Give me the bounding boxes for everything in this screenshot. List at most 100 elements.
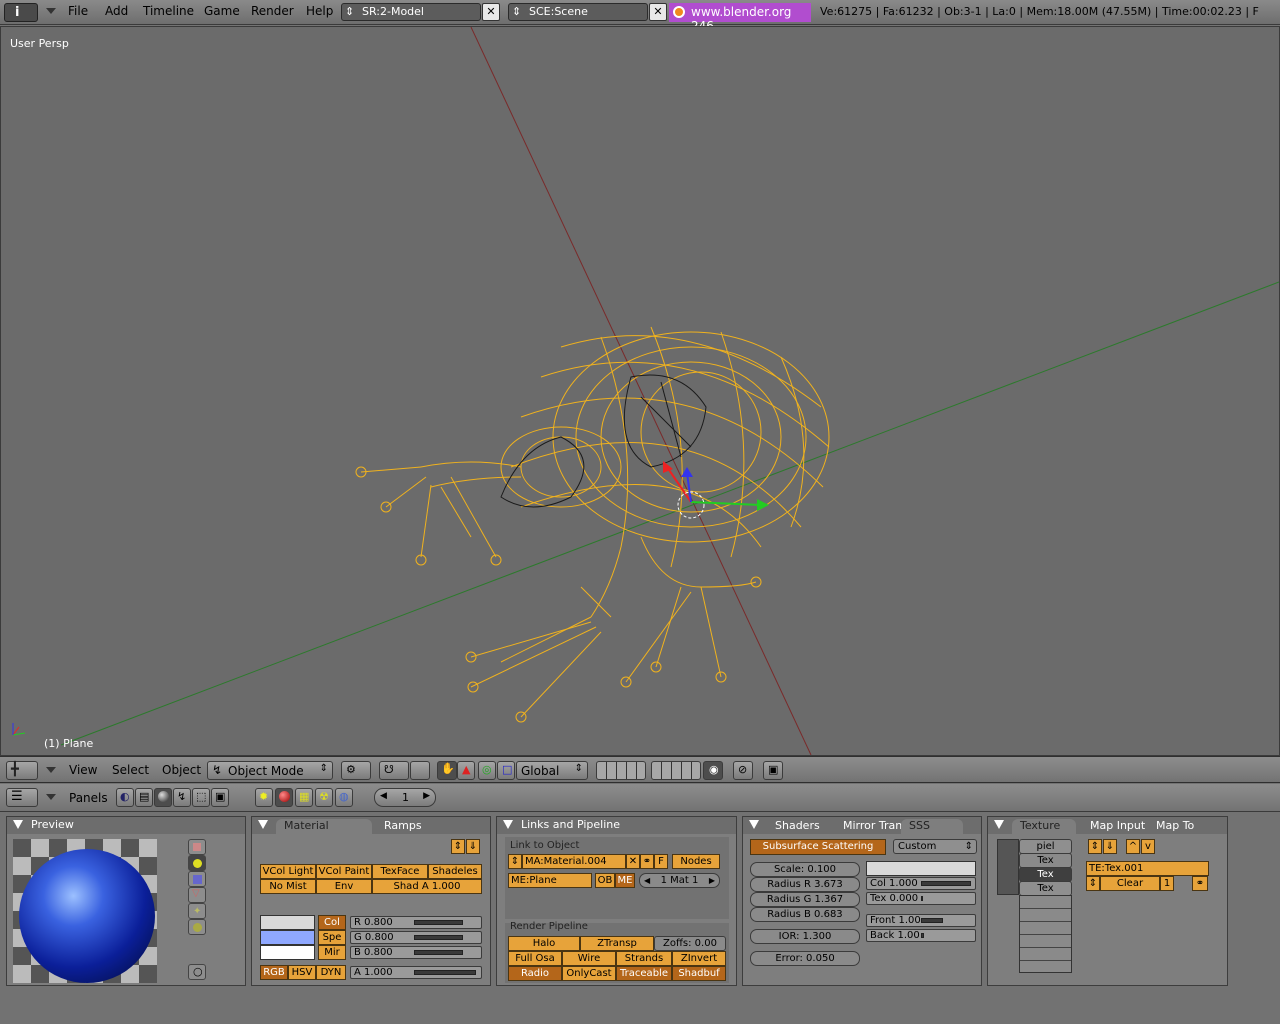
- wire-toggle[interactable]: Wire: [562, 951, 616, 966]
- strands-button[interactable]: Strands: [616, 951, 672, 966]
- world-subcontext-button[interactable]: ◍: [335, 788, 353, 807]
- lamp-subcontext-button[interactable]: ✹: [255, 788, 273, 807]
- ior-field[interactable]: IOR: 1.300: [750, 929, 860, 944]
- dyn-mode-button[interactable]: DYN: [316, 965, 346, 980]
- copy-button[interactable]: ⇕: [451, 839, 465, 854]
- tab-shaders[interactable]: Shaders: [767, 819, 828, 834]
- texture-channel-empty-slots[interactable]: [1019, 895, 1072, 973]
- hsv-mode-button[interactable]: HSV: [288, 965, 316, 980]
- menu-help[interactable]: Help: [306, 4, 333, 18]
- lock-layer-button[interactable]: ◉: [703, 761, 723, 780]
- snap-toggle[interactable]: ⊘: [733, 761, 753, 780]
- back-slider[interactable]: Back 1.00: [866, 929, 976, 942]
- link-ob-button[interactable]: OB: [595, 873, 615, 888]
- texture-clear-button[interactable]: Clear: [1100, 876, 1160, 891]
- menu-object[interactable]: Object: [162, 763, 201, 777]
- material-subcontext-button[interactable]: [275, 788, 293, 807]
- texture-name-field[interactable]: TE:Tex.001: [1086, 861, 1209, 876]
- paste-button[interactable]: ⇓: [466, 839, 480, 854]
- move-down-button[interactable]: v: [1141, 839, 1155, 854]
- preview-flat-button[interactable]: [188, 839, 206, 855]
- front-slider[interactable]: Front 1.00: [866, 914, 976, 927]
- layers-grid-b[interactable]: [651, 761, 701, 780]
- paste-button[interactable]: ⇓: [1103, 839, 1117, 854]
- layers-grid-a[interactable]: [596, 761, 646, 780]
- blender-url-link[interactable]: www.blender.org 246: [669, 3, 811, 33]
- material-f-button[interactable]: F: [654, 854, 668, 869]
- draw-type-selector[interactable]: ⚙: [341, 761, 371, 780]
- panel-header[interactable]: Texture Map Input Map To: [988, 817, 1227, 834]
- vcol-light-toggle[interactable]: VCol Light: [260, 864, 316, 879]
- translate-manipulator[interactable]: ▲: [457, 761, 475, 780]
- texture-browse-button[interactable]: ⇕: [1086, 876, 1100, 891]
- spe-button[interactable]: Spe: [318, 930, 346, 945]
- shading-context-button[interactable]: [154, 788, 172, 807]
- shadbuf-toggle[interactable]: Shadbuf: [672, 966, 726, 981]
- mesh-name-field[interactable]: ME:Plane: [508, 873, 592, 888]
- radiosity-subcontext-button[interactable]: ☢: [315, 788, 333, 807]
- mode-selector[interactable]: ↯ Object Mode ⇕: [207, 761, 333, 780]
- blue-slider[interactable]: B 0.800: [350, 946, 482, 959]
- mir-button[interactable]: Mir: [318, 945, 346, 960]
- 3d-viewport[interactable]: User Persp (1) Plane: [0, 26, 1280, 756]
- screen-delete-button[interactable]: ✕: [482, 3, 500, 21]
- radius-g-field[interactable]: Radius G 1.367: [750, 892, 860, 907]
- layer-grid-toggle[interactable]: [410, 761, 430, 780]
- env-toggle[interactable]: Env: [316, 879, 372, 894]
- rotate-manipulator[interactable]: ◎: [478, 761, 496, 780]
- panel-header[interactable]: Material Ramps: [252, 817, 490, 834]
- menu-view[interactable]: View: [69, 763, 97, 777]
- onlycast-toggle[interactable]: OnlyCast: [562, 966, 616, 981]
- menu-timeline[interactable]: Timeline: [143, 4, 194, 18]
- menu-select[interactable]: Select: [112, 763, 149, 777]
- collapse-triangle-icon[interactable]: [258, 820, 268, 829]
- collapse-triangle-icon[interactable]: [13, 820, 23, 829]
- nodes-button[interactable]: Nodes: [672, 854, 720, 869]
- frame-counter[interactable]: ◀ 1 ▶: [374, 788, 436, 807]
- radio-toggle[interactable]: Radio: [508, 966, 562, 981]
- move-up-button[interactable]: ^: [1126, 839, 1140, 854]
- tab-map-input[interactable]: Map Input: [1082, 819, 1153, 834]
- tab-map-to[interactable]: Map To: [1148, 819, 1202, 834]
- subsurface-scattering-toggle[interactable]: Subsurface Scattering: [750, 839, 886, 855]
- preview-sphere-button[interactable]: [188, 855, 206, 871]
- texture-fake-user-button[interactable]: ⚭: [1192, 876, 1208, 891]
- script-context-button[interactable]: ▤: [135, 788, 153, 807]
- pivot-selector[interactable]: ☋: [379, 761, 409, 780]
- manipulator-toggle[interactable]: ✋: [437, 761, 457, 780]
- scale-field[interactable]: Scale: 0.100: [750, 862, 860, 877]
- object-context-button[interactable]: ↯: [173, 788, 191, 807]
- scene-context-button[interactable]: ▣: [211, 788, 229, 807]
- mirror-color-swatch[interactable]: [260, 945, 315, 960]
- tab-material[interactable]: Material: [276, 819, 372, 834]
- preview-sky-button[interactable]: [188, 919, 206, 935]
- red-slider[interactable]: R 0.800: [350, 916, 482, 929]
- preview-refresh-button[interactable]: ○: [188, 964, 206, 980]
- col-button[interactable]: Col: [318, 915, 346, 930]
- texture-channel-2[interactable]: Tex: [1019, 853, 1072, 868]
- scale-manipulator[interactable]: □: [497, 761, 515, 780]
- preview-monkey-button[interactable]: ▽: [188, 887, 206, 903]
- collapse-menu-icon[interactable]: [46, 8, 56, 14]
- collapse-menu-icon[interactable]: [46, 767, 56, 773]
- sss-color-swatch[interactable]: [866, 861, 976, 876]
- texture-channel-1[interactable]: piel: [1019, 839, 1072, 854]
- material-index-field[interactable]: ◀ 1 Mat 1 ▶: [639, 873, 720, 888]
- window-type-button[interactable]: ╋: [6, 761, 38, 780]
- material-browse-button[interactable]: ⇕: [508, 854, 522, 869]
- tex-blend-slider[interactable]: Tex 0.000: [866, 892, 976, 905]
- tab-ramps[interactable]: Ramps: [376, 819, 430, 834]
- no-mist-toggle[interactable]: No Mist: [260, 879, 316, 894]
- collapse-menu-icon[interactable]: [46, 794, 56, 800]
- menu-render[interactable]: Render: [251, 4, 294, 18]
- halo-toggle[interactable]: Halo: [508, 936, 580, 951]
- menu-panels[interactable]: Panels: [69, 791, 108, 805]
- sss-preset-selector[interactable]: Custom ⇕: [893, 839, 977, 854]
- texture-channel-3[interactable]: Tex: [1019, 867, 1072, 882]
- texture-subcontext-button[interactable]: ▦: [295, 788, 313, 807]
- screen-selector[interactable]: ⇕ SR:2-Model: [341, 3, 481, 21]
- texture-users-field[interactable]: 1: [1160, 876, 1174, 891]
- render-preview-button[interactable]: ▣: [763, 761, 783, 780]
- material-unlink-button[interactable]: ✕: [626, 854, 640, 869]
- zoffset-field[interactable]: Zoffs: 0.00: [654, 936, 726, 951]
